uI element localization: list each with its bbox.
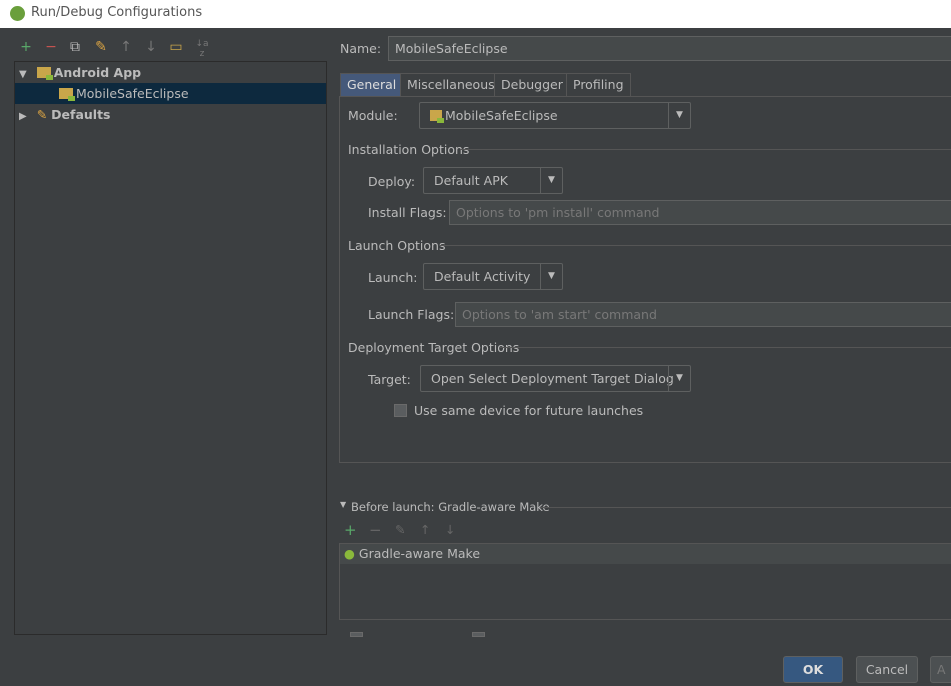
tree-label: MobileSafeEclipse bbox=[76, 86, 189, 101]
launch-flags-input[interactable]: Options to 'am start' command bbox=[455, 302, 951, 327]
cancel-button[interactable]: Cancel bbox=[856, 656, 918, 683]
move-down-icon[interactable]: ↓ bbox=[143, 39, 159, 55]
install-flags-label: Install Flags: bbox=[368, 205, 447, 220]
before-launch-list[interactable]: ● Gradle-aware Make bbox=[339, 543, 951, 620]
sort-icon[interactable]: ↓a z bbox=[192, 39, 212, 59]
android-icon: ● bbox=[344, 546, 355, 561]
tree-label: Defaults bbox=[51, 107, 111, 122]
module-dropdown[interactable]: MobileSafeEclipse ▼ bbox=[419, 102, 691, 129]
launch-options-title: Launch Options bbox=[348, 238, 446, 253]
add-icon[interactable]: + bbox=[18, 39, 34, 55]
install-flags-input[interactable]: Options to 'pm install' command bbox=[449, 200, 951, 225]
launch-value: Default Activity bbox=[434, 269, 531, 284]
chevron-down-icon[interactable]: ▼ bbox=[540, 168, 562, 193]
module-icon bbox=[430, 110, 444, 123]
deployment-target-title: Deployment Target Options bbox=[348, 340, 520, 355]
target-value: Open Select Deployment Target Dialog bbox=[431, 371, 674, 386]
before-launch-title: Before launch: Gradle-aware Make bbox=[351, 500, 550, 514]
ok-button[interactable]: OK bbox=[783, 656, 843, 683]
tab-general[interactable]: General bbox=[340, 73, 404, 96]
android-app-icon bbox=[59, 88, 75, 101]
move-up-icon[interactable]: ↑ bbox=[118, 39, 134, 55]
configuration-tree[interactable]: ▼ Android App MobileSafeEclipse ▶ ✎ Defa… bbox=[14, 61, 327, 635]
tab-miscellaneous[interactable]: Miscellaneous bbox=[400, 73, 502, 96]
wrench-icon: ✎ bbox=[36, 107, 48, 122]
deploy-label: Deploy: bbox=[368, 174, 416, 189]
divider bbox=[440, 245, 951, 246]
target-label: Target: bbox=[368, 372, 411, 387]
edit-task-icon[interactable]: ✎ bbox=[395, 522, 405, 537]
add-task-icon[interactable]: + bbox=[344, 521, 357, 539]
launch-label: Launch: bbox=[368, 270, 418, 285]
module-label: Module: bbox=[348, 108, 398, 123]
deploy-value: Default APK bbox=[434, 173, 508, 188]
task-label: Gradle-aware Make bbox=[358, 546, 481, 561]
tree-item-defaults[interactable]: ▶ ✎ Defaults bbox=[15, 104, 326, 125]
divider bbox=[540, 507, 951, 508]
tab-profiling[interactable]: Profiling bbox=[566, 73, 631, 96]
folder-icon[interactable]: ▭ bbox=[168, 39, 184, 55]
list-item[interactable]: ● Gradle-aware Make bbox=[340, 544, 951, 564]
tab-debugger[interactable]: Debugger bbox=[494, 73, 570, 96]
move-up-icon[interactable]: ↑ bbox=[420, 522, 430, 537]
installation-options-title: Installation Options bbox=[348, 142, 470, 157]
android-studio-logo-icon bbox=[10, 6, 25, 21]
checkbox[interactable] bbox=[350, 632, 363, 637]
copy-icon[interactable]: ⧉ bbox=[67, 39, 83, 55]
name-label: Name: bbox=[340, 41, 382, 56]
checkbox[interactable] bbox=[472, 632, 485, 637]
tree-item-android-app[interactable]: ▼ Android App bbox=[15, 62, 326, 83]
chevron-down-icon[interactable]: ▼ bbox=[668, 103, 690, 128]
apply-button[interactable]: A bbox=[930, 656, 951, 683]
same-device-label: Use same device for future launches bbox=[414, 403, 644, 418]
collapse-before-launch-icon[interactable]: ▼ bbox=[340, 500, 346, 509]
move-down-icon[interactable]: ↓ bbox=[445, 522, 455, 537]
edit-defaults-icon[interactable]: ✎ bbox=[93, 39, 109, 55]
deploy-dropdown[interactable]: Default APK ▼ bbox=[423, 167, 563, 194]
window-title: Run/Debug Configurations bbox=[31, 5, 203, 20]
chevron-down-icon[interactable]: ▼ bbox=[668, 366, 690, 391]
title-bar: Run/Debug Configurations bbox=[0, 0, 951, 28]
remove-icon[interactable]: − bbox=[43, 39, 59, 55]
divider bbox=[500, 347, 951, 348]
same-device-checkbox[interactable] bbox=[394, 404, 407, 417]
name-input[interactable]: MobileSafeEclipse bbox=[388, 36, 951, 61]
remove-task-icon[interactable]: − bbox=[369, 521, 382, 539]
collapse-icon[interactable]: ▶ bbox=[19, 111, 27, 122]
divider bbox=[460, 149, 951, 150]
tree-label: Android App bbox=[53, 65, 142, 80]
chevron-down-icon[interactable]: ▼ bbox=[540, 264, 562, 289]
launch-flags-label: Launch Flags: bbox=[368, 307, 455, 322]
module-value: MobileSafeEclipse bbox=[445, 108, 558, 123]
launch-dropdown[interactable]: Default Activity ▼ bbox=[423, 263, 563, 290]
target-dropdown[interactable]: Open Select Deployment Target Dialog ▼ bbox=[420, 365, 691, 392]
tree-item-mobilesafeeclipse[interactable]: MobileSafeEclipse bbox=[15, 83, 326, 104]
expand-icon[interactable]: ▼ bbox=[19, 69, 27, 80]
android-app-icon bbox=[36, 67, 53, 80]
